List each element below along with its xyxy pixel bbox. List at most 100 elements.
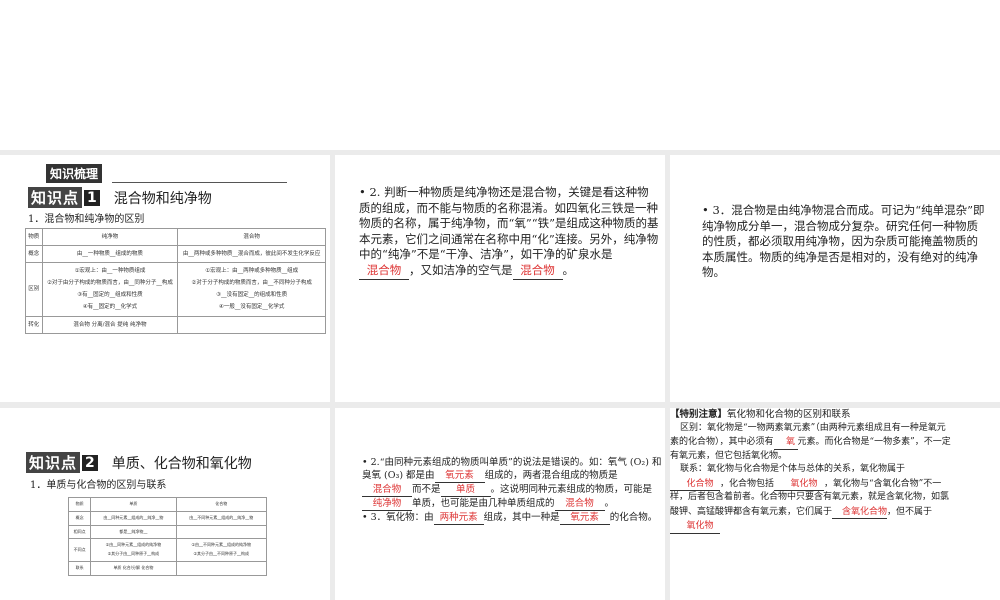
table-cell: 由__同种元素__组成的__纯净__物 — [90, 510, 177, 526]
table-cell: 由__一种物质__组成的物质 — [41, 245, 179, 264]
slide-thumbnail-2[interactable]: • 2. 判断一种物质是纯净物还是混合物，关键是看这种物质的组成，而不能与物质的… — [335, 155, 665, 402]
table-header: 化合物 — [175, 497, 267, 512]
row-label: 联系 — [67, 560, 92, 576]
table-cell: 由__不同种元素__组成的__纯净__物 — [175, 510, 267, 526]
paragraph-text: 而不是 — [412, 484, 441, 495]
bullet-paragraph: • 3．混合物是由纯净物混合而成。可记为“纯单混杂”即纯净物成分单一，混合物成分… — [702, 203, 985, 279]
table-cell: ①由__不同种元素__组成的纯净物 ②其分子由__不同种原子__构成 — [175, 538, 267, 562]
note-title: 氧化物和化合物的区别和联系 — [727, 409, 851, 420]
cell-line: ③__没有固定__的组成和性质 — [216, 292, 288, 299]
answer-blank: 两种元素 — [433, 511, 484, 525]
section-badge: 知识梳理 — [46, 164, 103, 183]
paragraph-text: 。 — [604, 498, 615, 509]
answer-blank: 纯净物 — [362, 497, 412, 511]
cell-line: 由__两种或多种物质__混合而成，彼此间不发生化学反应 — [182, 251, 321, 258]
cell-line: ④有__固定的__化学式 — [82, 304, 138, 311]
cell-line: ②其分子由__同种原子__构成 — [107, 551, 160, 557]
slide-thumbnail-6[interactable]: 【特别注意】氧化物和化合物的区别和联系 区别：氧化物是“一物两素氧元素”（由两种… — [670, 408, 1000, 600]
paragraph-text: 的化合物。 — [609, 512, 658, 523]
table-cell — [175, 524, 267, 540]
table-cell — [175, 560, 267, 576]
cell-line: 由__不同种元素__组成的__纯净__物 — [189, 514, 254, 520]
row-label: 不同点 — [67, 538, 92, 562]
paragraph-text: ，但不属于 — [887, 506, 933, 517]
cell-line: 由__一种物质__组成的物质 — [76, 251, 143, 258]
answer-blank: 氧化物 — [774, 477, 825, 491]
slide-thumbnail-1[interactable]: 知识梳理 知识点 1 混合物和纯净物 1．混合物和纯净物的区别 物质 纯净物 混合物 概念… — [0, 155, 330, 402]
cell-line: 单质 化合/分解 化合物 — [113, 564, 154, 570]
subheading: 1．单质与化合物的区别与联系 — [30, 480, 167, 491]
answer-blank: 氧元素 — [434, 469, 485, 483]
answer-blank: 混合物 — [362, 483, 412, 497]
table-header: 纯净物 — [41, 227, 179, 247]
table-row: 区别 ①宏观上：由__一种物质组成 ②对于由分子构成的物质而言，由__同种分子__构… — [25, 262, 326, 317]
slide-thumbnail-4[interactable]: 知识点 2 单质、化合物和氧化物 1．单质与化合物的区别与联系 物质 单质 化合物 概念 由… — [0, 408, 330, 600]
answer-blank: 氧化物 — [670, 519, 720, 534]
knowledge-point-heading: 知识点 1 混合物和纯净物 — [28, 187, 212, 208]
table-row: 物质 纯净物 混合物 — [25, 227, 326, 247]
table-row: 物质 单质 化合物 — [67, 497, 267, 512]
paragraph-text: 。 — [562, 262, 575, 277]
row-label: 相同点 — [67, 524, 92, 540]
paragraph-text: 3．混合物是由纯净物混合而成。可记为“纯单混杂”即纯净物成分单一，混合物成分复杂… — [702, 203, 985, 279]
bullet-paragraph: • 2. 判断一种物质是纯净物还是混合物，关键是看这种物质的组成，而不能与物质的… — [359, 185, 659, 280]
cell-line: ②其分子由__不同种原子__构成 — [193, 551, 250, 557]
cell-line: ②对于由分子构成的物质而言，由__同种分子__构成 — [46, 280, 173, 287]
slide-thumbnail-5[interactable]: • 2.“由同种元素组成的物质叫单质”的说法是错误的。如：氧气 (O₂) 和臭氧… — [335, 408, 665, 600]
bullet-paragraph: • 2.“由同种元素组成的物质叫单质”的说法是错误的。如：氧气 (O₂) 和臭氧… — [362, 457, 662, 525]
paragraph-text: 3．氧化物：由 — [370, 512, 434, 523]
row-label: 区别 — [25, 262, 43, 317]
answer-blank: 混合物 — [512, 264, 563, 280]
cell-line: 都是__纯净物__ — [119, 528, 148, 534]
answer-blank: 氧元素 — [559, 511, 610, 525]
answer-blank: 氧 — [773, 435, 798, 450]
comparison-table: 物质 纯净物 混合物 概念 由__一种物质__组成的物质 由__两种或多种物质__混合而成… — [25, 227, 326, 334]
answer-blank: 混合物 — [359, 264, 409, 280]
table-row: 不同点 ①由__同种元素__组成的纯净物 ②其分子由__同种原子__构成 ①由__不同… — [67, 538, 267, 562]
note-label: 【特别注意】 — [670, 409, 728, 420]
answer-blank: 含氧化合物 — [832, 505, 888, 519]
table-row: 概念 由__一种物质__组成的物质 由__两种或多种物质__混合而成，彼此间不发生化… — [25, 245, 326, 264]
knowledge-point-heading: 知识点 2 单质、化合物和氧化物 — [26, 452, 252, 473]
table-cell: 单质 化合/分解 化合物 — [90, 560, 177, 576]
kp-label: 知识点 — [28, 187, 83, 208]
paragraph-text: 单质，也可能是由几种单质组成的 — [412, 498, 555, 509]
kp-title: 混合物和纯净物 — [113, 190, 212, 207]
cell-line: 由__同种元素__组成的__纯净__物 — [103, 514, 164, 520]
table-cell: 都是__纯净物__ — [90, 524, 177, 540]
paragraph-text: 联系：氧化物与化合物是个体与总体的关系，氧化物属于 — [680, 464, 906, 474]
cell-line: ①由__不同种元素__组成的纯净物 — [191, 542, 252, 548]
row-label: 概念 — [67, 510, 92, 526]
kp-title: 单质、化合物和氧化物 — [111, 455, 252, 472]
cell-line: ③有__固定的__组成和性质 — [77, 292, 143, 299]
note-heading: 【特别注意】氧化物和化合物的区别和联系 — [670, 408, 1000, 422]
table-cell: 混合物 分离/混合 提纯 纯净物 — [41, 315, 179, 334]
table-header: 物质 — [67, 497, 92, 512]
row-label: 概念 — [25, 245, 43, 264]
top-blank-area — [0, 0, 1000, 150]
cell-line: ④一般__没有固定__化学式 — [218, 304, 285, 311]
table-header: 单质 — [90, 497, 177, 512]
table-cell: ①由__同种元素__组成的纯净物 ②其分子由__同种原子__构成 — [90, 538, 177, 562]
paragraph-text: ，又如洁净的空气是 — [409, 262, 513, 277]
slide-thumbnail-3[interactable]: • 3．混合物是由纯净物混合而成。可记为“纯单混杂”即纯净物成分单一，混合物成分… — [670, 155, 1000, 402]
answer-blank: 混合物 — [554, 497, 605, 511]
paragraph-text: 。这说明同种元素组成的物质，可能是 — [490, 484, 653, 495]
cell-line: ①由__同种元素__组成的纯净物 — [105, 542, 162, 548]
cell-line: ①宏观上：由__一种物质组成 — [74, 268, 146, 275]
answer-blank: 化合物 — [670, 477, 720, 491]
kp-label: 知识点 — [26, 452, 81, 473]
paragraph-text: 组成，其中一种是 — [483, 512, 560, 523]
kp-number: 1 — [84, 189, 100, 206]
note-paragraph: 区别：氧化物是“一物两素氧元素”（由两种元素组成且有一种是氧元素的化合物），其中… — [670, 422, 952, 464]
table-cell — [177, 315, 326, 334]
table-cell: 由__两种或多种物质__混合而成，彼此间不发生化学反应 — [177, 245, 326, 264]
table-cell: ①宏观上：由__两种或多种物质__组成 ②对于分子构成的物质而言，由__不同种分子… — [177, 262, 326, 317]
row-label: 转化 — [25, 315, 43, 334]
paragraph-text: 2. 判断一种物质是纯净物还是混合物，关键是看这种物质的组成，而不能与物质的名称… — [359, 185, 659, 261]
answer-blank: 单质 — [440, 483, 491, 497]
table-row: 概念 由__同种元素__组成的__纯净__物 由__不同种元素__组成的__纯净__… — [67, 510, 267, 526]
note-paragraph: 联系：氧化物与化合物是个体与总体的关系，氧化物属于化合物 ，化合物包括 氧化物 ，氧化… — [670, 463, 952, 534]
table-row: 转化 混合物 分离/混合 提纯 纯净物 — [25, 315, 326, 334]
table-cell: ①宏观上：由__一种物质组成 ②对于由分子构成的物质而言，由__同种分子__构成 ③… — [41, 262, 179, 317]
